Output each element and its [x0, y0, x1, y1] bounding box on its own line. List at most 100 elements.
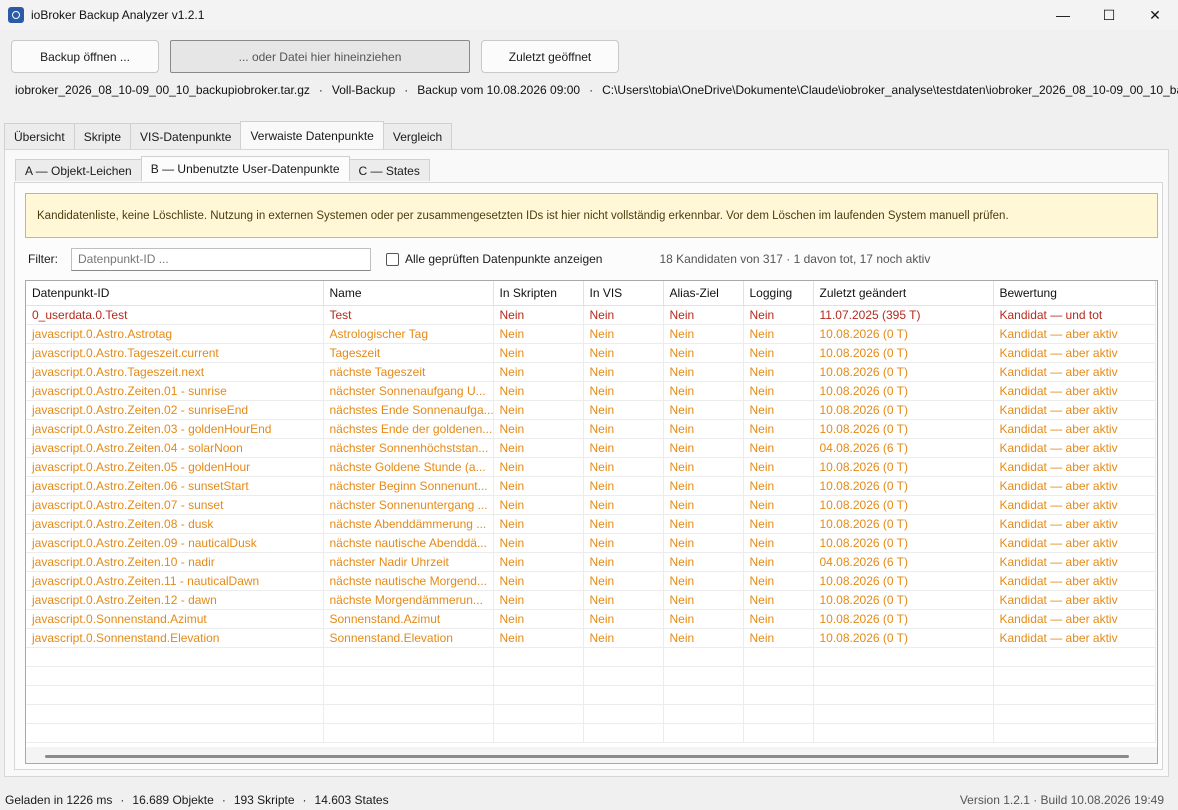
recent-files-button[interactable]: Zuletzt geöffnet — [481, 40, 619, 73]
table-row[interactable]: javascript.0.Astro.Zeiten.11 - nauticalD… — [26, 571, 1156, 591]
maximize-button[interactable]: ☐ — [1086, 0, 1132, 30]
empty-cell — [26, 723, 324, 743]
open-backup-button[interactable]: Backup öffnen ... — [11, 40, 159, 73]
table-cell: Nein — [493, 362, 584, 382]
empty-cell — [493, 704, 584, 724]
table-cell: Nein — [743, 362, 814, 382]
table-row[interactable]: javascript.0.Astro.Zeiten.06 - sunsetSta… — [26, 476, 1156, 496]
tab-overview[interactable]: Übersicht — [4, 123, 75, 149]
table-cell: Nein — [583, 362, 664, 382]
table-cell: Kandidat — aber aktiv — [993, 571, 1156, 591]
table-cell: Nein — [583, 552, 664, 572]
app-logo-icon — [8, 7, 24, 23]
subtab-unused-user-datapoints[interactable]: B — Unbenutzte User-Datenpunkte — [140, 156, 350, 181]
empty-cell — [323, 685, 494, 705]
subtab-states[interactable]: C — States — [348, 159, 430, 181]
table-cell: Nein — [583, 590, 664, 610]
column-header[interactable]: In VIS — [583, 281, 664, 306]
tab-compare[interactable]: Vergleich — [382, 123, 453, 149]
table-row[interactable]: javascript.0.Astro.Zeiten.01 - sunrise nä… — [26, 381, 1156, 401]
empty-cell — [323, 647, 494, 667]
table-cell: Nein — [583, 514, 664, 534]
table-row[interactable]: 0_userdata.0.Test Test Nein Nein Nein Nein 11.… — [26, 305, 1156, 325]
table-cell: javascript.0.Astro.Zeiten.06 - sunsetSta… — [26, 476, 324, 496]
filter-input[interactable] — [71, 247, 371, 271]
status-bar: Geladen in 1226 ms · 16.689 Objekte · 193 Sk… — [0, 789, 1178, 810]
empty-cell — [583, 647, 664, 667]
tab-scripts[interactable]: Skripte — [73, 123, 132, 149]
table-row[interactable]: javascript.0.Astro.Zeiten.07 - sunset näc… — [26, 495, 1156, 515]
table-cell: javascript.0.Astro.Astrotag — [26, 324, 324, 344]
file-drop-zone[interactable]: ... oder Datei hier hineinziehen — [170, 40, 470, 73]
table-cell: Nein — [583, 628, 664, 648]
column-header[interactable]: Alias-Ziel — [663, 281, 744, 306]
table-cell: Nein — [493, 381, 584, 401]
column-header[interactable]: Logging — [743, 281, 814, 306]
empty-cell — [663, 666, 744, 686]
version-info: Version 1.2.1 · Build 10.08.2026 19:49 — [959, 792, 1164, 807]
column-header[interactable]: Bewertung — [993, 281, 1156, 306]
table-row[interactable]: javascript.0.Astro.Tageszeit.next nächste… — [26, 362, 1156, 382]
table-cell: 10.08.2026 (0 T) — [813, 609, 994, 629]
table-cell: Kandidat — aber aktiv — [993, 552, 1156, 572]
table-cell: 10.08.2026 (0 T) — [813, 362, 994, 382]
subtab-object-corpses[interactable]: A — Objekt-Leichen — [15, 159, 142, 181]
column-header[interactable]: In Skripten — [493, 281, 584, 306]
state-count: 14.603 States — [314, 792, 389, 807]
table-cell: javascript.0.Astro.Zeiten.01 - sunrise — [26, 381, 324, 401]
table-cell: 10.08.2026 (0 T) — [813, 628, 994, 648]
table-row[interactable]: javascript.0.Astro.Zeiten.02 - sunriseEn… — [26, 400, 1156, 420]
scrollbar-thumb[interactable] — [45, 755, 1129, 758]
empty-row — [26, 647, 1156, 667]
table-cell: Nein — [493, 476, 584, 496]
table-cell: nächste Morgendämmerun... — [323, 590, 494, 610]
table-cell: nächstes Ende der goldenen... — [323, 419, 494, 439]
horizontal-scrollbar[interactable] — [26, 747, 1157, 763]
minimize-button[interactable]: — — [1040, 0, 1086, 30]
table-cell: Kandidat — und tot — [993, 305, 1156, 325]
show-all-checkbox[interactable] — [386, 252, 399, 266]
table-cell: Kandidat — aber aktiv — [993, 457, 1156, 477]
table-cell: Kandidat — aber aktiv — [993, 514, 1156, 534]
empty-cell — [743, 723, 814, 743]
table-cell: 10.08.2026 (0 T) — [813, 324, 994, 344]
tab-vis-datapoints[interactable]: VIS-Datenpunkte — [130, 123, 242, 149]
table-row[interactable]: javascript.0.Astro.Zeiten.08 - dusk nächs… — [26, 514, 1156, 534]
table-cell: nächster Sonnenuntergang ... — [323, 495, 494, 515]
tab-orphaned-datapoints[interactable]: Verwaiste Datenpunkte — [240, 121, 384, 149]
table-cell: Nein — [583, 495, 664, 515]
table-cell: Nein — [743, 628, 814, 648]
table-row[interactable]: javascript.0.Astro.Zeiten.10 - nadir näch… — [26, 552, 1156, 572]
empty-cell — [323, 666, 494, 686]
close-button[interactable]: ✕ — [1132, 0, 1178, 30]
table-row[interactable]: javascript.0.Astro.Zeiten.05 - goldenHou… — [26, 457, 1156, 477]
table-cell: Nein — [663, 476, 744, 496]
table-row[interactable]: javascript.0.Sonnenstand.Elevation Sonnen… — [26, 628, 1156, 648]
table-cell: Sonnenstand.Azimut — [323, 609, 494, 629]
table-cell: Nein — [663, 400, 744, 420]
table-cell: Nein — [743, 324, 814, 344]
table-cell: Kandidat — aber aktiv — [993, 324, 1156, 344]
table-cell: Nein — [663, 305, 744, 325]
table-row[interactable]: javascript.0.Astro.Zeiten.04 - solarNoon… — [26, 438, 1156, 458]
column-header[interactable]: Name — [323, 281, 494, 306]
table-row[interactable]: javascript.0.Astro.Zeiten.03 - goldenHou… — [26, 419, 1156, 439]
table-cell: Nein — [743, 552, 814, 572]
table-cell: Nein — [583, 533, 664, 553]
empty-cell — [493, 685, 584, 705]
table-cell: nächster Sonnenhöchststan... — [323, 438, 494, 458]
show-all-label[interactable]: Alle geprüften Datenpunkte anzeigen — [405, 252, 602, 266]
empty-cell — [743, 647, 814, 667]
column-header[interactable]: Zuletzt geändert — [813, 281, 994, 306]
table-row[interactable]: javascript.0.Astro.Astrotag Astrologische… — [26, 324, 1156, 344]
empty-row — [26, 704, 1156, 724]
table-row[interactable]: javascript.0.Sonnenstand.Azimut Sonnensta… — [26, 609, 1156, 629]
table-row[interactable]: javascript.0.Astro.Zeiten.09 - nauticalD… — [26, 533, 1156, 553]
table-row[interactable]: javascript.0.Astro.Zeiten.12 - dawn nächs… — [26, 590, 1156, 610]
column-header[interactable]: Datenpunkt-ID — [26, 281, 324, 306]
table-cell: nächste Tageszeit — [323, 362, 494, 382]
object-count: 16.689 Objekte — [132, 792, 214, 807]
empty-cell — [493, 723, 584, 743]
table-cell: nächste Goldene Stunde (a... — [323, 457, 494, 477]
table-row[interactable]: javascript.0.Astro.Tageszeit.current Tage… — [26, 343, 1156, 363]
